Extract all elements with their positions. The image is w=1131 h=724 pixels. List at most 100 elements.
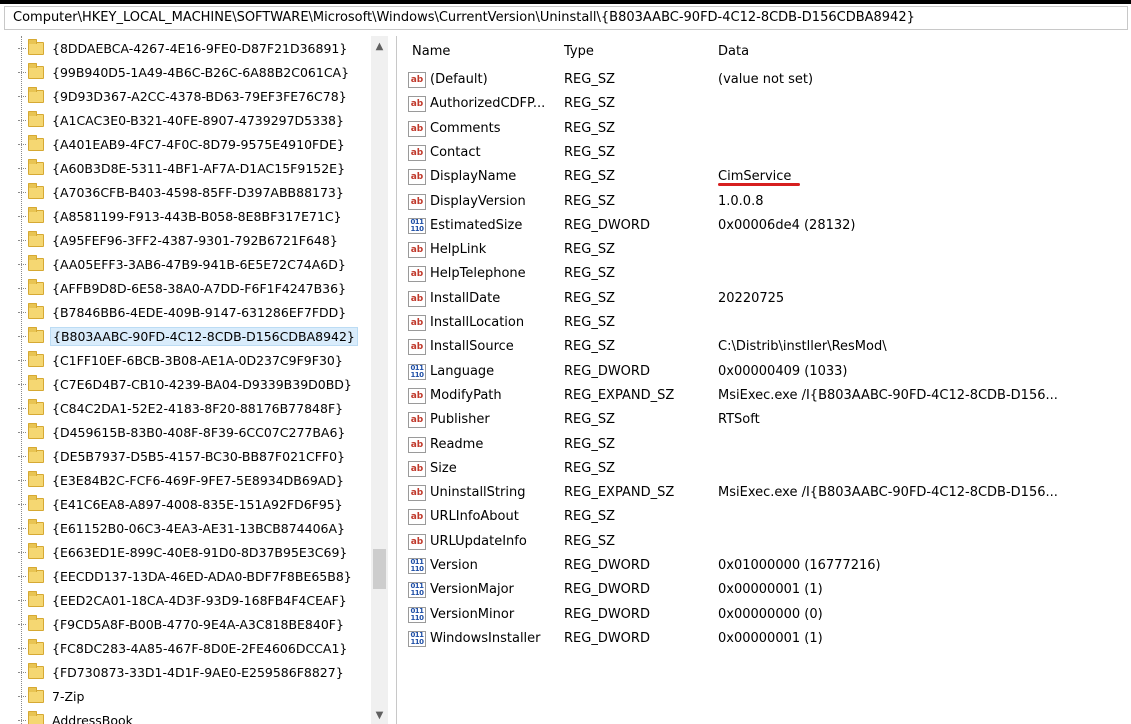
tree-connector-line <box>18 672 26 673</box>
value-name: DisplayName <box>430 169 517 185</box>
scrollbar-thumb[interactable] <box>373 549 386 589</box>
tree-key-label: {AA05EFF3-3AB6-47B9-941B-6E5E72C74A6D} <box>52 257 346 272</box>
tree-key-label: {C84C2DA1-52E2-4183-8F20-88176B77848F} <box>52 401 344 416</box>
tree-key-item[interactable]: {AA05EFF3-3AB6-47B9-941B-6E5E72C74A6D} <box>18 253 374 276</box>
address-bar[interactable]: Computer\HKEY_LOCAL_MACHINE\SOFTWARE\Mic… <box>4 6 1128 30</box>
tree-key-item[interactable]: {A95FEF96-3FF2-4387-9301-792B6721F648} <box>18 229 374 252</box>
tree-connector-line <box>18 408 26 409</box>
registry-value-row[interactable]: ab DisplayName REG_SZ CimService <box>400 166 1131 190</box>
tree-key-item[interactable]: AddressBook <box>18 709 374 724</box>
tree-key-item[interactable]: {DE5B7937-D5B5-4157-BC30-BB87F021CFF0} <box>18 445 374 468</box>
registry-value-row[interactable]: ab DisplayVersion REG_SZ 1.0.0.8 <box>400 191 1131 215</box>
string-value-icon: ab <box>408 144 426 161</box>
registry-value-row[interactable]: ab UninstallString REG_EXPAND_SZ MsiExec.ex… <box>400 482 1131 506</box>
registry-value-row[interactable]: ab (Default) REG_SZ (value not set) <box>400 69 1131 93</box>
folder-icon <box>28 255 44 271</box>
tree-key-item[interactable]: {B7846BB6-4EDE-409B-9147-631286EF7FDD} <box>18 301 374 324</box>
registry-value-row[interactable]: ab Size REG_SZ <box>400 458 1131 482</box>
column-header-data[interactable]: Data <box>718 44 749 64</box>
registry-value-row[interactable]: 011 110 EstimatedSize REG_DWORD 0x00006de4 … <box>400 215 1131 239</box>
tree-key-item[interactable]: {E61152B0-06C3-4EA3-AE31-13BCB874406A} <box>18 517 374 540</box>
tree-key-label: {99B940D5-1A49-4B6C-B26C-6A88B2C061CA} <box>52 65 350 80</box>
registry-value-row[interactable]: ab Readme REG_SZ <box>400 434 1131 458</box>
tree-key-item[interactable]: {A401EAB9-4FC7-4F0C-8D79-9575E4910FDE} <box>18 133 374 156</box>
tree-key-item[interactable]: {A7036CFB-B403-4598-85FF-D397ABB88173} <box>18 181 374 204</box>
registry-value-row[interactable]: 011 110 Version REG_DWORD 0x01000000 (16777… <box>400 555 1131 579</box>
registry-value-row[interactable]: ab Contact REG_SZ <box>400 142 1131 166</box>
tree-key-item[interactable]: {E41C6EA8-A897-4008-835E-151A92FD6F95} <box>18 493 374 516</box>
string-value-icon: ab <box>408 120 426 137</box>
registry-value-row[interactable]: ab InstallDate REG_SZ 20220725 <box>400 288 1131 312</box>
string-value-icon: ab <box>408 266 426 283</box>
tree-key-item[interactable]: {E663ED1E-899C-40E8-91D0-8D37B95E3C69} <box>18 541 374 564</box>
tree-key-item[interactable]: {C7E6D4B7-CB10-4239-BA04-D9339B39D0BD} <box>18 373 374 396</box>
column-header-name[interactable]: Name <box>412 44 450 64</box>
tree-key-item[interactable]: {FC8DC283-4A85-467F-8D0E-2FE4606DCCA1} <box>18 637 374 660</box>
registry-values-pane[interactable]: Name Type Data ab (Default) REG_SZ (value n… <box>400 36 1131 724</box>
tree-key-item[interactable]: {9D93D367-A2CC-4378-BD63-79EF3FE76C78} <box>18 85 374 108</box>
registry-value-row[interactable]: ab InstallSource REG_SZ C:\Distrib\instller… <box>400 336 1131 360</box>
tree-connector-line <box>18 432 26 433</box>
string-value-icon: ab <box>408 242 426 259</box>
value-type: REG_DWORD <box>564 217 650 233</box>
registry-key-tree[interactable]: {8DDAEBCA-4267-4E16-9FE0-D87F21D36891} {9… <box>4 36 397 724</box>
registry-value-row[interactable]: 011 110 Language REG_DWORD 0x00000409 (1033… <box>400 361 1131 385</box>
column-header-type[interactable]: Type <box>564 44 594 64</box>
registry-value-row[interactable]: ab HelpLink REG_SZ <box>400 239 1131 263</box>
tree-key-item[interactable]: {C84C2DA1-52E2-4183-8F20-88176B77848F} <box>18 397 374 420</box>
registry-value-row[interactable]: ab ModifyPath REG_EXPAND_SZ MsiExec.exe /I{… <box>400 385 1131 409</box>
registry-value-row[interactable]: 011 110 VersionMajor REG_DWORD 0x00000001 (… <box>400 579 1131 603</box>
value-data: 0x00000001 (1) <box>718 582 823 598</box>
registry-value-row[interactable]: 011 110 VersionMinor REG_DWORD 0x00000000 (… <box>400 604 1131 628</box>
tree-key-item[interactable]: {A8581199-F913-443B-B058-8E8BF317E71C} <box>18 205 374 228</box>
tree-key-item[interactable]: {8DDAEBCA-4267-4E16-9FE0-D87F21D36891} <box>18 37 374 60</box>
string-value-icon: ab <box>408 290 426 307</box>
tree-scrollbar[interactable]: ▲ ▼ <box>371 36 388 724</box>
registry-value-row[interactable]: ab HelpTelephone REG_SZ <box>400 263 1131 287</box>
value-type: REG_SZ <box>564 509 615 525</box>
binary-value-icon: 011 110 <box>408 582 426 599</box>
tree-key-label: {A60B3D8E-5311-4BF1-AF7A-D1AC15F9152E} <box>52 161 346 176</box>
tree-connector-line <box>18 168 26 169</box>
tree-key-item[interactable]: {EECDD137-13DA-46ED-ADA0-BDF7F8BE65B8} <box>18 565 374 588</box>
tree-key-item[interactable]: {B803AABC-90FD-4C12-8CDB-D156CDBA8942} <box>18 325 374 348</box>
tree-key-item[interactable]: {D459615B-83B0-408F-8F39-6CC07C277BA6} <box>18 421 374 444</box>
tree-key-item[interactable]: {AFFB9D8D-6E58-38A0-A7DD-F6F1F4247B36} <box>18 277 374 300</box>
registry-value-row[interactable]: ab URLUpdateInfo REG_SZ <box>400 531 1131 555</box>
tree-key-item[interactable]: {FD730873-33D1-4D1F-9AE0-E259586F8827} <box>18 661 374 684</box>
tree-key-item[interactable]: {A60B3D8E-5311-4BF1-AF7A-D1AC15F9152E} <box>18 157 374 180</box>
tree-key-label: {A7036CFB-B403-4598-85FF-D397ABB88173} <box>52 185 344 200</box>
tree-connector-line <box>18 480 26 481</box>
tree-connector-line <box>18 720 26 721</box>
tree-connector-line <box>18 648 26 649</box>
tree-key-item[interactable]: 7-Zip <box>18 685 374 708</box>
scroll-up-arrow-icon[interactable]: ▲ <box>371 38 388 55</box>
registry-value-row[interactable]: ab InstallLocation REG_SZ <box>400 312 1131 336</box>
folder-icon <box>28 639 44 655</box>
folder-icon <box>28 615 44 631</box>
value-name: Language <box>430 363 495 379</box>
tree-connector-line <box>18 96 26 97</box>
registry-value-row[interactable]: ab Publisher REG_SZ RTSoft <box>400 409 1131 433</box>
folder-icon <box>28 39 44 55</box>
folder-icon <box>28 231 44 247</box>
value-type: REG_SZ <box>564 169 615 185</box>
registry-value-row[interactable]: ab URLInfoAbout REG_SZ <box>400 506 1131 530</box>
registry-value-row[interactable]: ab Comments REG_SZ <box>400 118 1131 142</box>
folder-icon <box>28 423 44 439</box>
tree-connector-line <box>18 696 26 697</box>
tree-key-item[interactable]: {C1FF10EF-6BCB-3B08-AE1A-0D237C9F9F30} <box>18 349 374 372</box>
registry-value-row[interactable]: 011 110 WindowsInstaller REG_DWORD 0x000000… <box>400 628 1131 652</box>
scroll-down-arrow-icon[interactable]: ▼ <box>371 707 388 724</box>
string-value-icon: ab <box>408 460 426 477</box>
string-value-icon: ab <box>408 96 426 113</box>
tree-key-item[interactable]: {99B940D5-1A49-4B6C-B26C-6A88B2C061CA} <box>18 61 374 84</box>
tree-connector-line <box>18 192 26 193</box>
tree-key-item[interactable]: {A1CAC3E0-B321-40FE-8907-4739297D5338} <box>18 109 374 132</box>
tree-key-item[interactable]: {F9CD5A8F-B00B-4770-9E4A-A3C818BE840F} <box>18 613 374 636</box>
tree-key-label: {B803AABC-90FD-4C12-8CDB-D156CDBA8942} <box>50 327 358 346</box>
registry-value-row[interactable]: ab AuthorizedCDFP... REG_SZ <box>400 93 1131 117</box>
folder-icon <box>28 111 44 127</box>
tree-key-item[interactable]: {E3E84B2C-FCF6-469F-9FE7-5E8934DB69AD} <box>18 469 374 492</box>
tree-key-item[interactable]: {EED2CA01-18CA-4D3F-93D9-168FB4F4CEAF} <box>18 589 374 612</box>
